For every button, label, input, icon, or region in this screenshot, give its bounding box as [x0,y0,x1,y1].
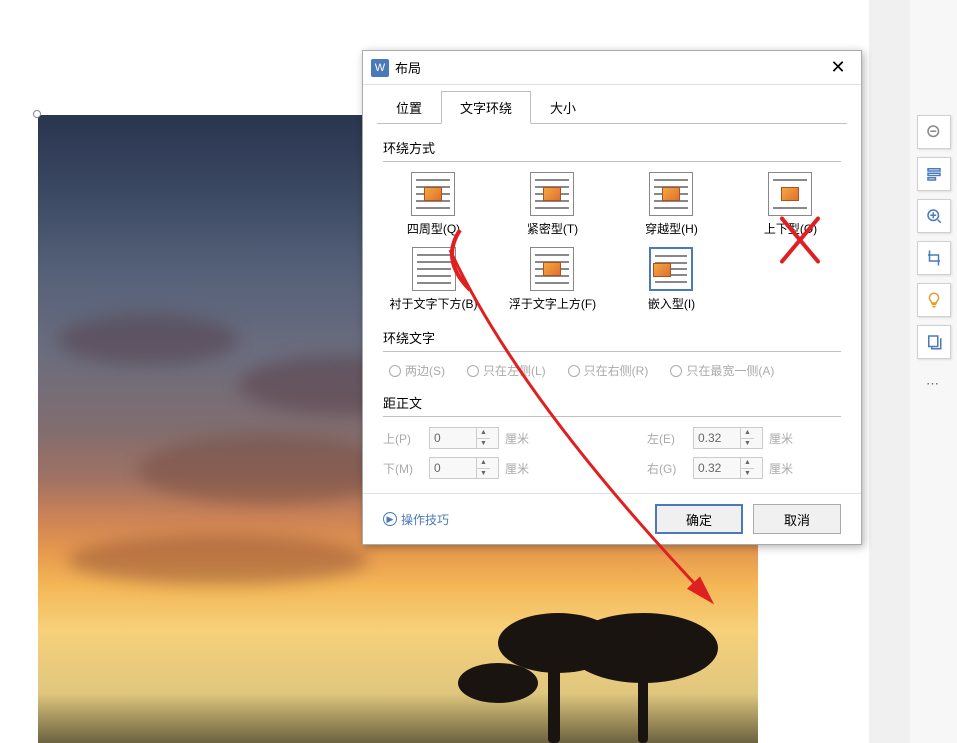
layout-dialog: W 布局 ✕ 位置 文字环绕 大小 环绕方式 四周型(Q) 紧密型(T) 穿越型… [362,50,862,545]
tab-size[interactable]: 大小 [531,91,595,124]
resize-handle[interactable] [33,110,41,118]
wrap-inline[interactable]: 嵌入型(I) [648,247,695,312]
section-wrap-text: 环绕文字 [383,328,841,347]
tab-bar: 位置 文字环绕 大小 [363,85,861,124]
dialog-title: 布局 [395,58,823,77]
zoom-out-icon[interactable] [917,115,951,149]
spinner-bottom: ▲▼ [429,457,499,479]
wrap-through[interactable]: 穿越型(H) [645,172,698,237]
wrap-behind[interactable]: 衬于文字下方(B) [390,247,478,312]
label-top: 上(P) [383,430,423,447]
app-icon: W [371,59,389,77]
spinner-top: ▲▼ [429,427,499,449]
bulb-icon[interactable] [917,283,951,317]
spinner-right: ▲▼ [693,457,763,479]
radio-both: 两边(S) [389,362,445,379]
wrap-square[interactable]: 四周型(Q) [407,172,460,237]
dialog-titlebar[interactable]: W 布局 ✕ [363,51,861,85]
side-toolbar: ⋯ [910,0,957,743]
play-icon: ▶ [383,512,397,526]
label-bottom: 下(M) [383,460,423,477]
radio-left: 只在左侧(L) [467,362,546,379]
zoom-in-icon[interactable] [917,199,951,233]
ok-button[interactable]: 确定 [655,504,743,534]
tab-position[interactable]: 位置 [377,91,441,124]
navigation-icon[interactable] [917,157,951,191]
label-left: 左(E) [647,430,687,447]
label-right: 右(G) [647,460,687,477]
wrap-topbottom[interactable]: 上下型(O) [764,172,817,237]
section-wrap-style: 环绕方式 [383,138,841,157]
spinner-left: ▲▼ [693,427,763,449]
crop-icon[interactable] [917,241,951,275]
wrap-front[interactable]: 浮于文字上方(F) [509,247,596,312]
tab-text-wrap[interactable]: 文字环绕 [441,91,531,124]
section-distance: 距正文 [383,393,841,412]
radio-right: 只在右侧(R) [568,362,649,379]
more-icon[interactable]: ⋯ [917,367,951,401]
cancel-button[interactable]: 取消 [753,504,841,534]
tips-link[interactable]: ▶ 操作技巧 [383,511,645,528]
close-icon[interactable]: ✕ [823,53,853,83]
wrap-tight[interactable]: 紧密型(T) [527,172,578,237]
radio-largest: 只在最宽一侧(A) [670,362,774,379]
export-icon[interactable] [917,325,951,359]
